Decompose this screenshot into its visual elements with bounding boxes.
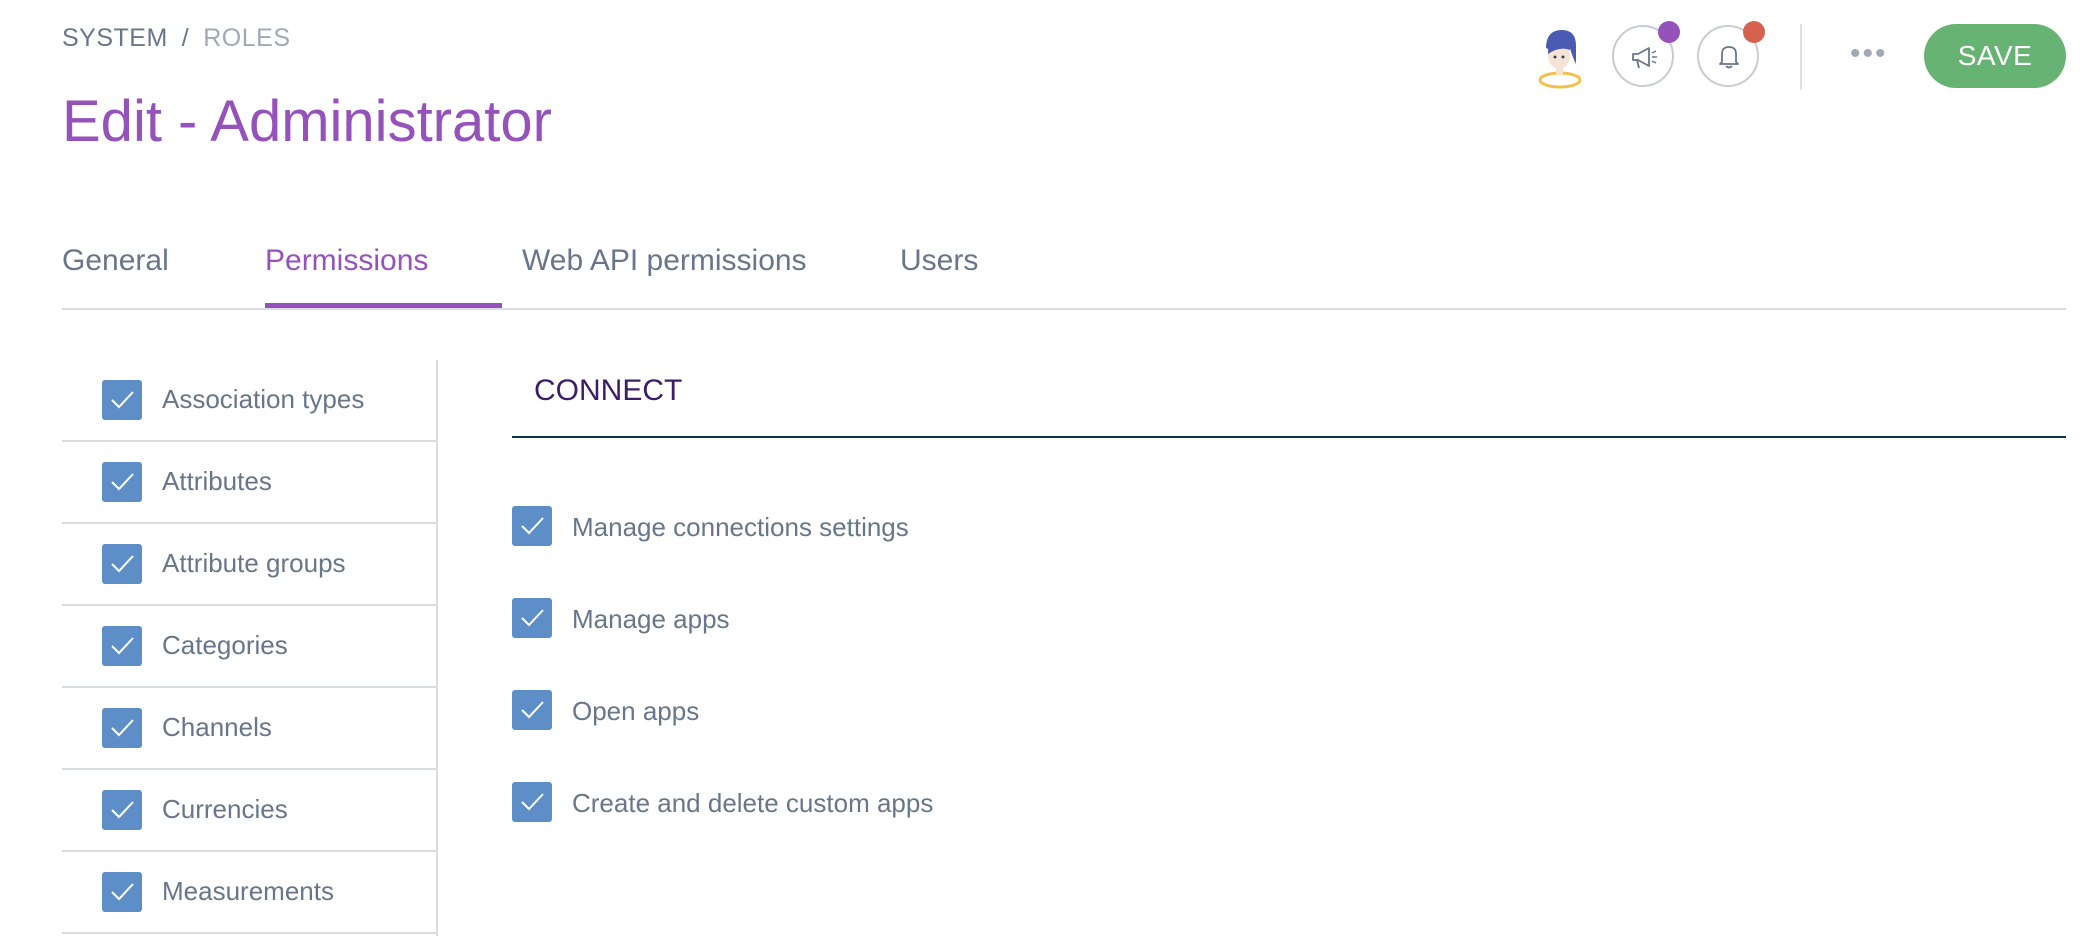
section-divider xyxy=(512,436,2066,438)
announcements-button[interactable] xyxy=(1612,21,1680,87)
announcement-indicator xyxy=(1658,21,1680,43)
tab-permissions[interactable]: Permissions xyxy=(265,244,502,308)
sidebar-item-association-types[interactable]: Association types xyxy=(62,360,436,442)
sidebar-item-attributes[interactable]: Attributes xyxy=(62,442,436,524)
sidebar-item-label: Measurements xyxy=(162,876,334,906)
notifications-button[interactable] xyxy=(1697,21,1765,87)
header-divider xyxy=(1800,24,1802,90)
checkbox[interactable] xyxy=(512,690,552,730)
user-avatar-icon[interactable] xyxy=(1528,24,1592,90)
tab-web-api-permissions[interactable]: Web API permissions xyxy=(522,244,807,308)
checkmark-icon xyxy=(521,517,544,535)
page-title: Edit - Administrator xyxy=(62,89,552,154)
permission-groups-sidebar: Association types Attributes Attribute g… xyxy=(62,360,438,936)
checkmark-icon xyxy=(111,555,134,573)
checkbox[interactable] xyxy=(102,626,142,666)
checkmark-icon xyxy=(111,637,134,655)
checkbox[interactable] xyxy=(512,782,552,822)
permission-label: Manage apps xyxy=(572,604,730,634)
notification-indicator xyxy=(1743,21,1765,43)
checkmark-icon xyxy=(111,391,134,409)
checkbox[interactable] xyxy=(102,708,142,748)
sidebar-item-measurements[interactable]: Measurements xyxy=(62,852,436,934)
permission-label: Manage connections settings xyxy=(572,512,909,542)
header-actions: ••• SAVE xyxy=(0,21,2094,92)
checkmark-icon xyxy=(111,801,134,819)
sidebar-item-label: Association types xyxy=(162,384,365,414)
sidebar-item-label: Currencies xyxy=(162,794,288,824)
bell-icon xyxy=(1719,46,1739,69)
checkmark-icon xyxy=(521,701,544,719)
permission-label: Create and delete custom apps xyxy=(572,788,934,818)
checkmark-icon xyxy=(521,793,544,811)
tab-bar: General Permissions Web API permissions … xyxy=(62,236,2066,310)
sidebar-item-label: Categories xyxy=(162,630,288,660)
save-button[interactable]: SAVE xyxy=(1924,24,2066,88)
checkmark-icon xyxy=(111,883,134,901)
checkbox[interactable] xyxy=(102,872,142,912)
permission-manage-connections-settings[interactable]: Manage connections settings xyxy=(512,504,1212,548)
checkbox[interactable] xyxy=(102,544,142,584)
permission-label: Open apps xyxy=(572,696,700,726)
permission-manage-apps[interactable]: Manage apps xyxy=(512,596,1212,640)
sidebar-item-channels[interactable]: Channels xyxy=(62,688,436,770)
tab-users[interactable]: Users xyxy=(900,244,978,308)
sidebar-item-categories[interactable]: Categories xyxy=(62,606,436,688)
section-title: CONNECT xyxy=(534,374,683,407)
permission-open-apps[interactable]: Open apps xyxy=(512,688,1212,732)
checkbox[interactable] xyxy=(102,462,142,502)
tab-general[interactable]: General xyxy=(62,244,169,308)
checkbox[interactable] xyxy=(512,506,552,546)
more-options-button[interactable]: ••• xyxy=(1850,39,1888,69)
checkbox[interactable] xyxy=(512,598,552,638)
checkbox[interactable] xyxy=(102,380,142,420)
checkmark-icon xyxy=(521,609,544,627)
sidebar-item-label: Attribute groups xyxy=(162,548,346,578)
sidebar-item-currencies[interactable]: Currencies xyxy=(62,770,436,852)
checkbox[interactable] xyxy=(102,790,142,830)
checkmark-icon xyxy=(111,719,134,737)
sidebar-item-attribute-groups[interactable]: Attribute groups xyxy=(62,524,436,606)
sidebar-item-label: Attributes xyxy=(162,466,272,496)
checkmark-icon xyxy=(111,473,134,491)
megaphone-icon xyxy=(1632,47,1657,69)
permission-create-delete-custom-apps[interactable]: Create and delete custom apps xyxy=(512,780,1212,824)
sidebar-item-label: Channels xyxy=(162,712,272,742)
